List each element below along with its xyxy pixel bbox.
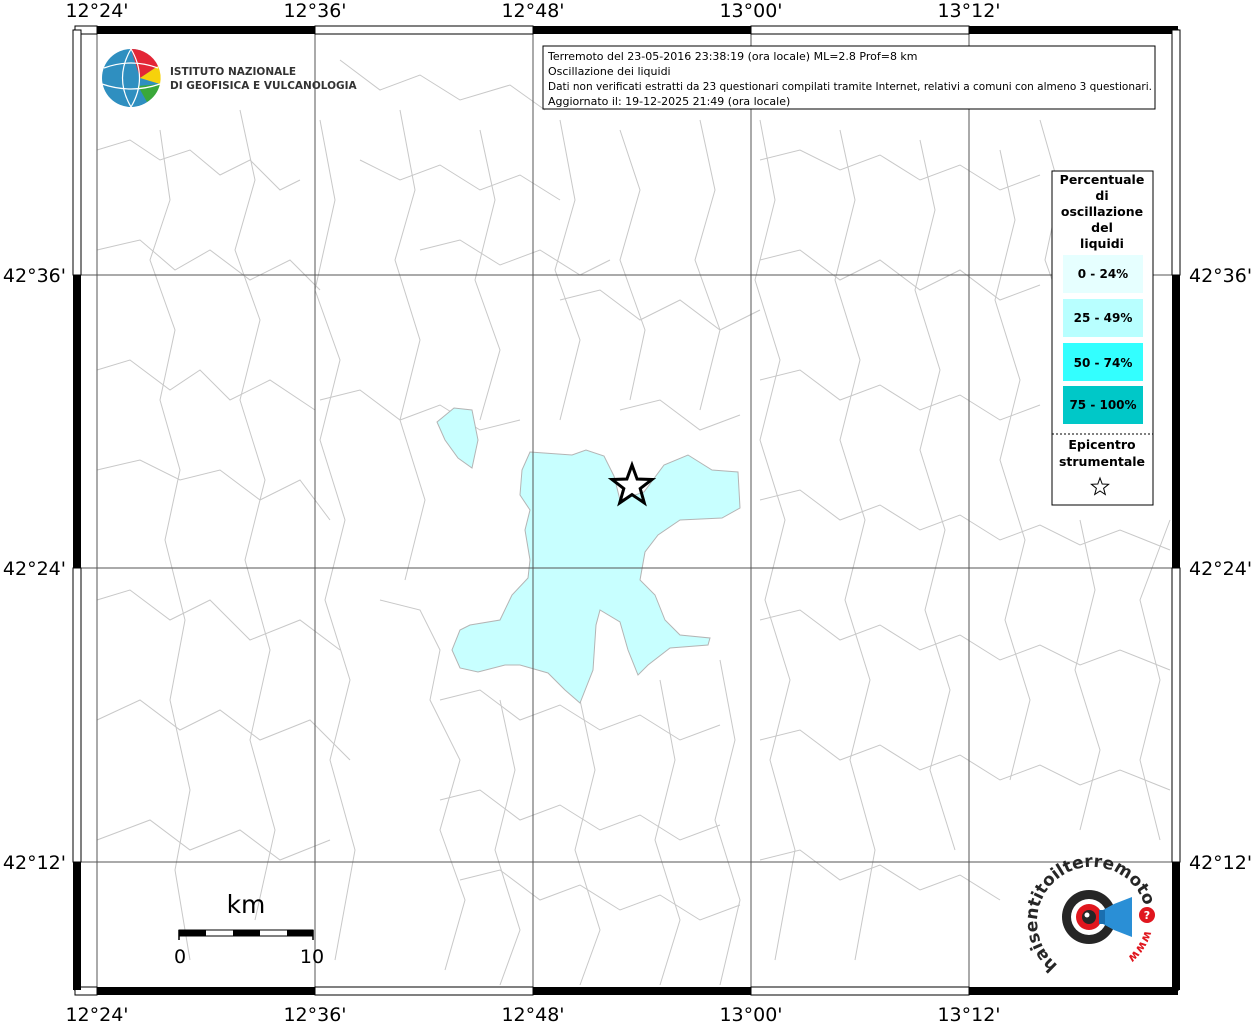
legend: Percentuale di oscillazione del liquidi … (1051, 170, 1154, 506)
info-event: Terremoto del 23-05-2016 23:38:19 (ora l… (547, 50, 918, 63)
legend-title-line: liquidi (1080, 236, 1124, 251)
lon-label: 13°12' (937, 0, 1000, 22)
info-updated: Aggiornato il: 19-12-2025 21:49 (ora loc… (548, 95, 790, 108)
lat-label: 42°12' (1189, 852, 1252, 874)
lat-label: 42°12' (3, 852, 66, 874)
lon-label: 13°00' (719, 1004, 782, 1024)
legend-epicenter-line: Epicentro (1068, 437, 1136, 452)
felt-map: 12°24' 12°36' 12°48' 13°00' 13°12' 12°24… (0, 0, 1255, 1026)
lon-label: 12°24' (65, 0, 128, 22)
legend-title-line: di (1095, 188, 1108, 203)
lon-label: 12°48' (501, 1004, 564, 1024)
lat-label: 42°24' (1189, 558, 1252, 580)
lat-label: 42°36' (1189, 265, 1252, 287)
lat-label: 42°24' (3, 558, 66, 580)
logo-line-1: ISTITUTO NAZIONALE (170, 66, 296, 78)
info-parameter: Oscillazione dei liquidi (548, 65, 671, 78)
info-disclaimer: Dati non verificati estratti da 23 quest… (548, 80, 1152, 93)
legend-title-line: Percentuale (1060, 172, 1145, 187)
legend-class-label: 0 - 24% (1078, 267, 1128, 281)
lon-label: 12°36' (283, 1004, 346, 1024)
question-mark: ? (1144, 909, 1150, 922)
lat-label: 42°36' (3, 265, 66, 287)
lon-label: 12°36' (283, 0, 346, 22)
lon-label: 12°24' (65, 1004, 128, 1024)
scale-unit: km (227, 890, 266, 919)
legend-title-line: oscillazione (1061, 204, 1143, 219)
legend-epicenter-line: strumentale (1059, 454, 1145, 469)
lon-label: 12°48' (501, 0, 564, 22)
legend-class-label: 25 - 49% (1074, 311, 1133, 325)
legend-title-line: del (1091, 220, 1113, 235)
info-box: Terremoto del 23-05-2016 23:38:19 (ora l… (542, 45, 1156, 110)
scale-min: 0 (174, 946, 186, 968)
lon-label: 13°12' (937, 1004, 1000, 1024)
scale-max: 10 (300, 946, 324, 968)
legend-class-label: 50 - 74% (1074, 356, 1133, 370)
logo-line-2: DI GEOFISICA E VULCANOLOGIA (170, 80, 358, 92)
lon-label: 13°00' (719, 0, 782, 22)
legend-class-label: 75 - 100% (1069, 398, 1136, 412)
